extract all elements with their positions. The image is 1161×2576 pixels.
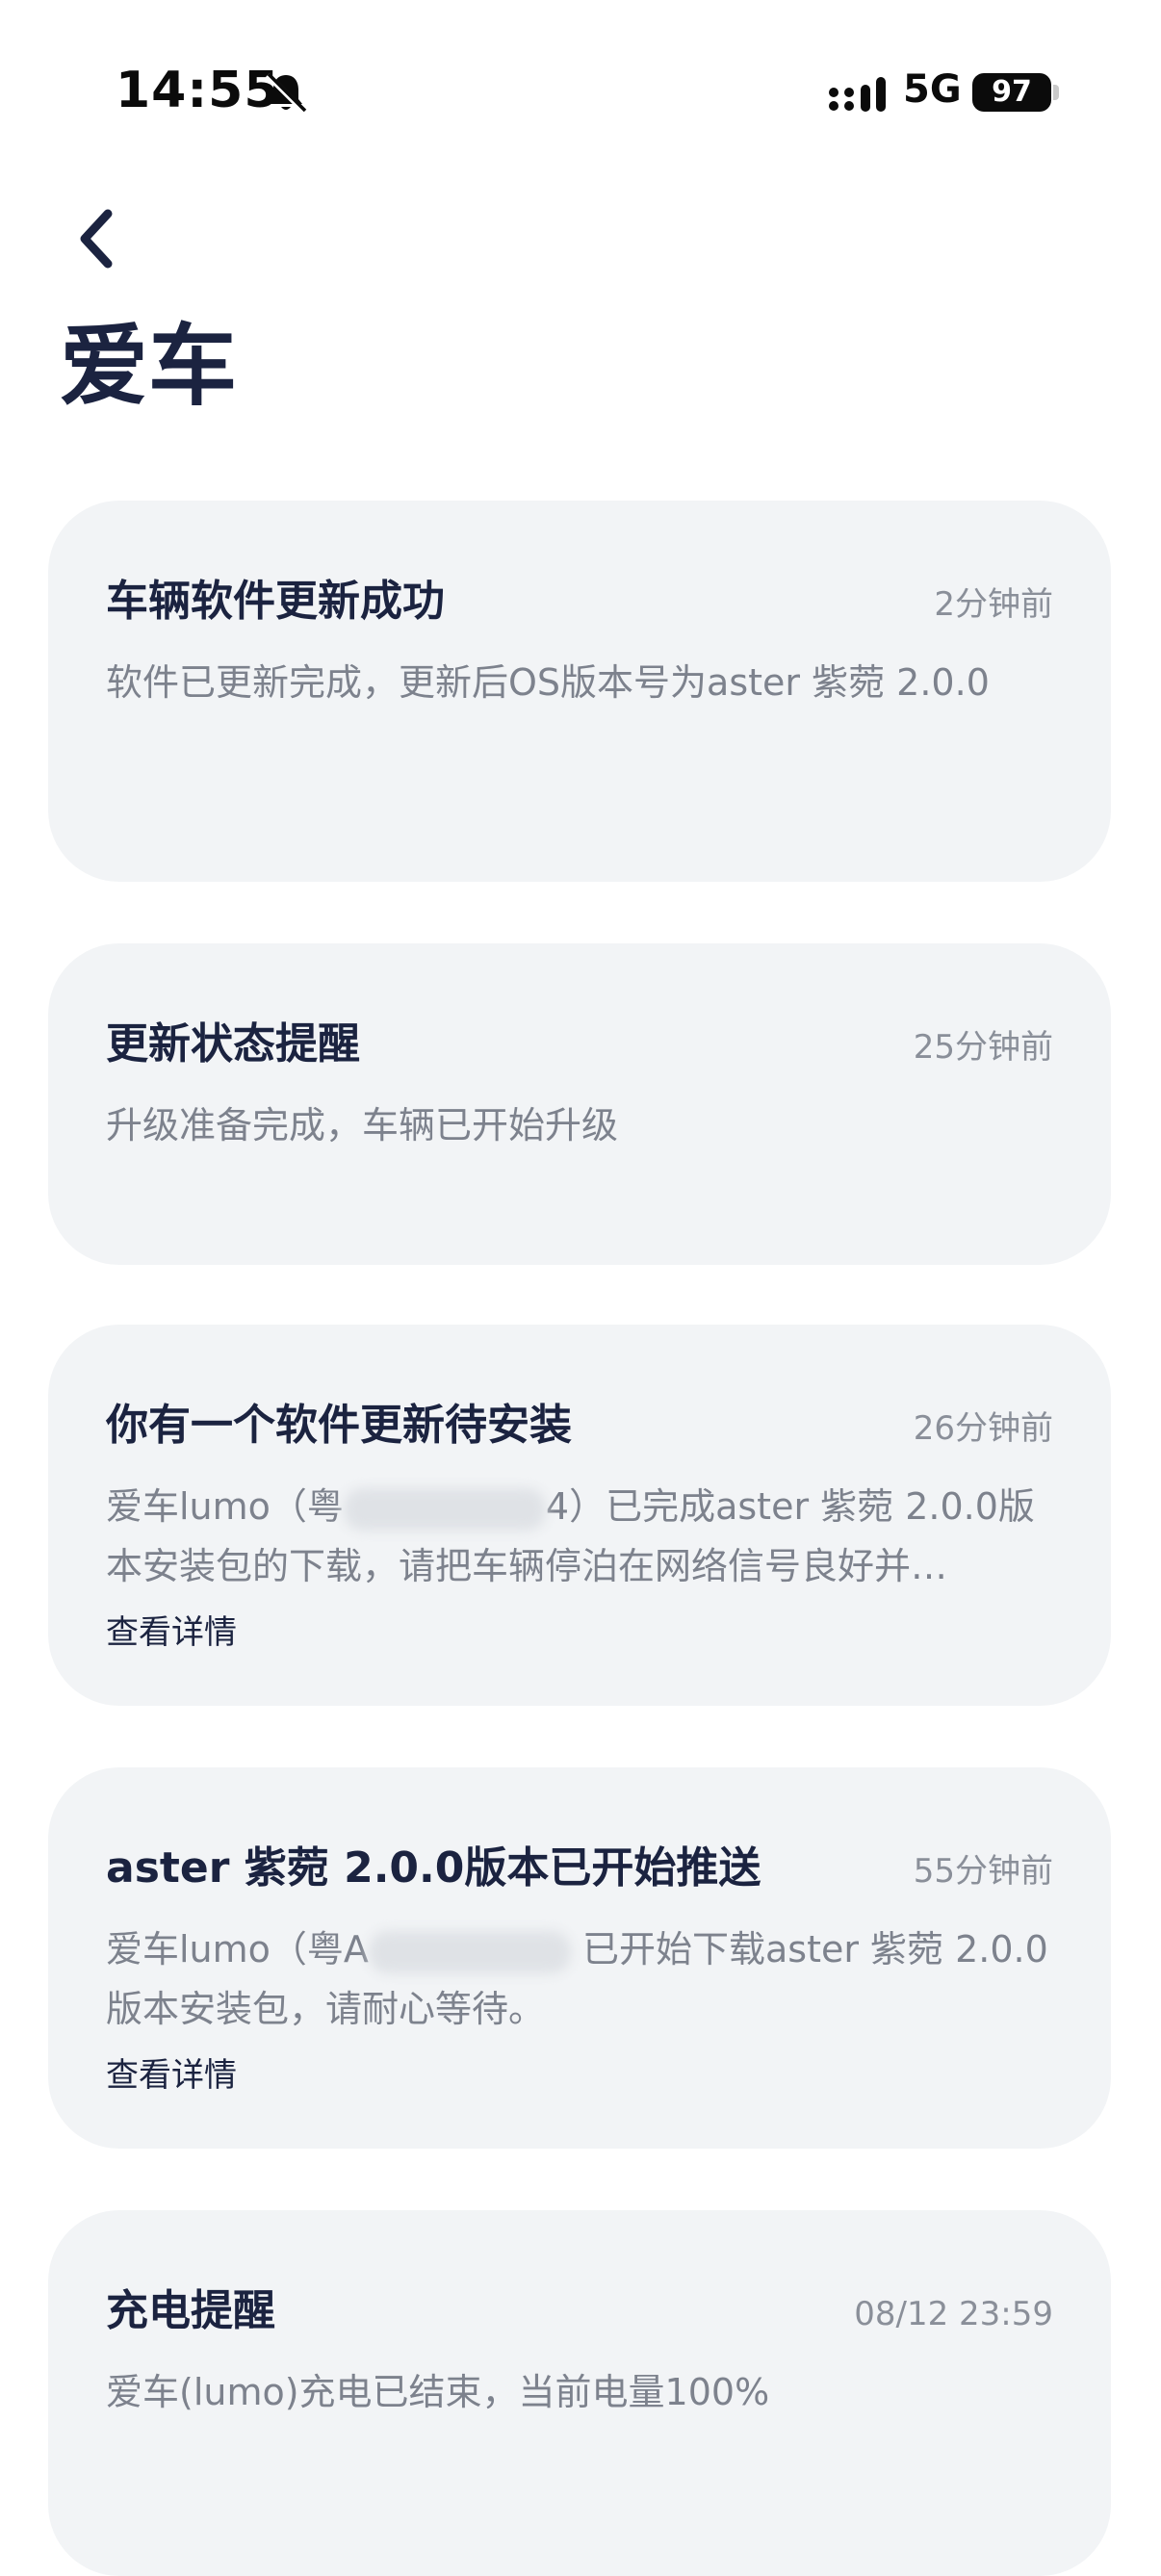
notification-card[interactable]: 车辆软件更新成功 2分钟前 软件已更新完成，更新后OS版本号为aster 紫菀 … bbox=[48, 501, 1111, 882]
notification-body: 爱车(lumo)充电已结束，当前电量100% bbox=[106, 2371, 770, 2413]
notification-title: aster 紫菀 2.0.0版本已开始推送 bbox=[106, 1843, 761, 1893]
network-type: 5G bbox=[903, 67, 962, 112]
notification-body: 升级准备完成，车辆已开始升级 bbox=[106, 1104, 619, 1146]
notification-time: 2分钟前 bbox=[934, 585, 1053, 624]
battery-tip bbox=[1053, 85, 1059, 100]
cellular-signal-icon bbox=[828, 75, 890, 116]
bell-muted-icon bbox=[262, 69, 310, 117]
notification-time: 26分钟前 bbox=[913, 1409, 1053, 1448]
page-title: 爱车 bbox=[60, 315, 238, 418]
notification-body: 爱车lumo（粤 4）已完成aster 紫菀 2.0.0版本安装包的下载，请把车辆… bbox=[106, 1477, 1053, 1596]
notification-time: 25分钟前 bbox=[913, 1028, 1053, 1067]
notification-title: 车辆软件更新成功 bbox=[106, 577, 445, 626]
chevron-left-icon bbox=[75, 208, 117, 273]
redacted-plate bbox=[343, 1487, 546, 1531]
status-bar: 14:55 5G 97 bbox=[0, 0, 1161, 193]
notification-card[interactable]: aster 紫菀 2.0.0版本已开始推送 55分钟前 爱车lumo（粤A 已开… bbox=[48, 1767, 1111, 2149]
notification-body-prefix: 爱车lumo（粤A bbox=[106, 1928, 369, 1971]
notification-card[interactable]: 更新状态提醒 25分钟前 升级准备完成，车辆已开始升级 bbox=[48, 943, 1111, 1265]
notification-title: 充电提醒 bbox=[106, 2286, 275, 2335]
status-time: 14:55 bbox=[116, 62, 280, 119]
redacted-plate bbox=[368, 1930, 571, 1973]
notification-time: 08/12 23:59 bbox=[854, 2295, 1053, 2333]
notification-title: 你有一个软件更新待安装 bbox=[106, 1401, 572, 1450]
notification-time: 55分钟前 bbox=[913, 1852, 1053, 1891]
notification-card[interactable]: 你有一个软件更新待安装 26分钟前 爱车lumo（粤 4）已完成aster 紫菀 … bbox=[48, 1325, 1111, 1706]
notification-body-prefix: 爱车lumo（粤 bbox=[106, 1485, 344, 1528]
battery-indicator: 97 bbox=[972, 73, 1051, 112]
notification-body: 爱车lumo（粤A 已开始下载aster 紫菀 2.0.0版本安装包，请耐心等待… bbox=[106, 1919, 1053, 2039]
notification-card[interactable]: 充电提醒 08/12 23:59 爱车(lumo)充电已结束，当前电量100% bbox=[48, 2210, 1111, 2576]
notification-title: 更新状态提醒 bbox=[106, 1019, 360, 1069]
view-details-link[interactable]: 查看详情 bbox=[106, 1606, 237, 1653]
notification-body: 软件已更新完成，更新后OS版本号为aster 紫菀 2.0.0 bbox=[106, 661, 990, 704]
back-button[interactable] bbox=[58, 202, 135, 279]
view-details-link[interactable]: 查看详情 bbox=[106, 2048, 237, 2096]
